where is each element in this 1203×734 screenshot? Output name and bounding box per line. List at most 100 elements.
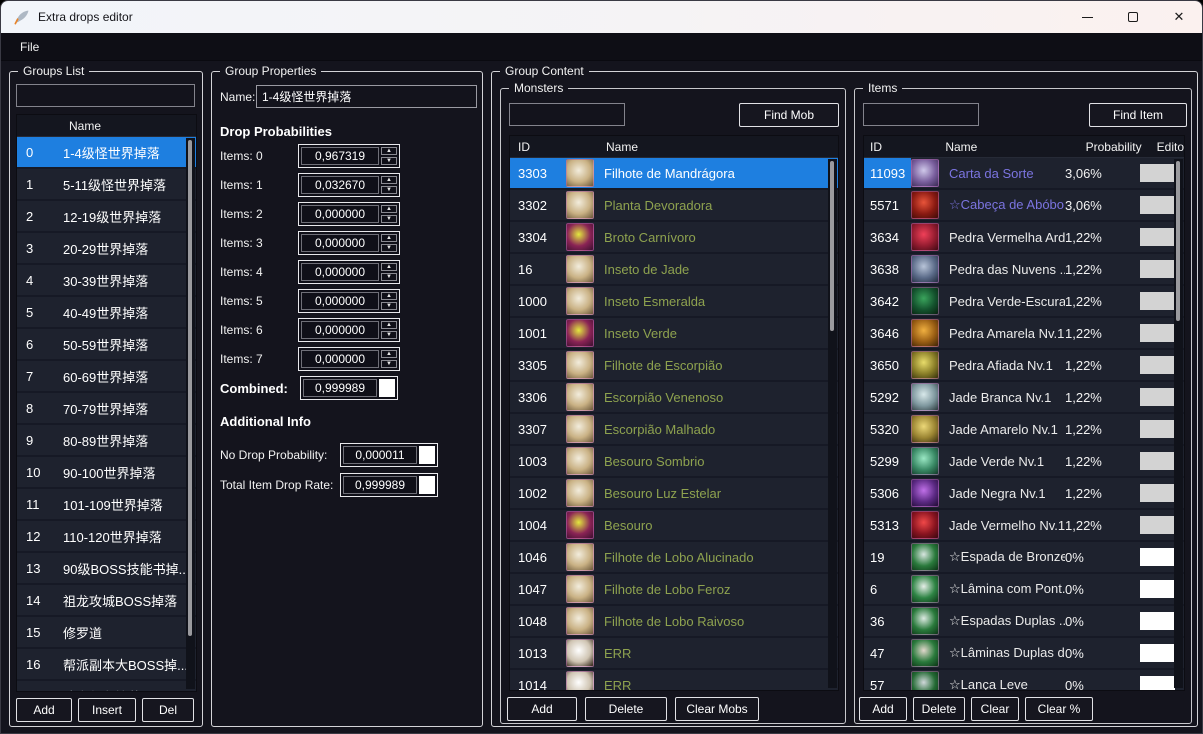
monster-row[interactable]: 1002Besouro Luz Estelar: [510, 478, 838, 510]
item-row[interactable]: 6☆Lâmina com Pont...0%: [864, 574, 1184, 606]
monsters-add-button[interactable]: Add: [507, 697, 577, 721]
spin-down-button[interactable]: ▼: [381, 360, 397, 368]
maximize-button[interactable]: [1110, 1, 1156, 33]
groups-search-input[interactable]: [16, 84, 195, 107]
item-editor-cell-button[interactable]: [1140, 228, 1175, 246]
drop-prob-spinbox[interactable]: 0,967319▲▼: [298, 144, 400, 168]
group-row[interactable]: 01-4级怪世界掉落: [17, 137, 196, 169]
group-row[interactable]: 320-29世界掉落: [17, 233, 196, 265]
item-row[interactable]: 3634Pedra Vermelha Ard...1,22%: [864, 222, 1184, 254]
group-row[interactable]: 430-39世界掉落: [17, 265, 196, 297]
spin-up-button[interactable]: ▲: [381, 234, 397, 242]
find-item-button[interactable]: Find Item: [1089, 103, 1187, 127]
monster-row[interactable]: 1046Filhote de Lobo Alucinado: [510, 542, 838, 574]
item-row[interactable]: 57☆Lança Leve0%: [864, 670, 1184, 690]
drop-prob-spinbox[interactable]: 0,000000▲▼: [298, 260, 400, 284]
groups-add-button[interactable]: Add: [16, 698, 72, 722]
item-row[interactable]: 3646Pedra Amarela Nv.11,22%: [864, 318, 1184, 350]
item-editor-cell-button[interactable]: [1140, 196, 1175, 214]
item-editor-cell-button[interactable]: [1140, 260, 1175, 278]
monster-row[interactable]: 1000Inseto Esmeralda: [510, 286, 838, 318]
items-delete-button[interactable]: Delete: [913, 697, 965, 721]
monster-row[interactable]: 1004Besouro: [510, 510, 838, 542]
item-editor-cell-button[interactable]: [1140, 292, 1175, 310]
spin-down-button[interactable]: ▼: [381, 331, 397, 339]
items-clear-button[interactable]: Clear: [971, 697, 1019, 721]
monster-row[interactable]: 3302Planta Devoradora: [510, 190, 838, 222]
spin-down-button[interactable]: ▼: [381, 273, 397, 281]
monster-row[interactable]: 3305Filhote de Escorpião: [510, 350, 838, 382]
drop-prob-spinbox[interactable]: 0,032670▲▼: [298, 173, 400, 197]
monsters-scrollbar[interactable]: [828, 159, 837, 688]
groups-insert-button[interactable]: Insert: [78, 698, 136, 722]
item-row[interactable]: 11093Carta da Sorte3,06%: [864, 158, 1184, 190]
spin-down-button[interactable]: ▼: [381, 157, 397, 165]
item-row[interactable]: 5571☆Cabeça de Abóbo...3,06%: [864, 190, 1184, 222]
monster-row[interactable]: 16Inseto de Jade: [510, 254, 838, 286]
item-row[interactable]: 3650Pedra Afiada Nv.11,22%: [864, 350, 1184, 382]
monster-row[interactable]: 3307Escorpião Malhado: [510, 414, 838, 446]
minimize-button[interactable]: [1064, 1, 1110, 33]
spin-up-button[interactable]: ▲: [381, 205, 397, 213]
item-editor-cell-button[interactable]: [1140, 420, 1175, 438]
drop-prob-spinbox[interactable]: 0,000000▲▼: [298, 347, 400, 371]
monster-row[interactable]: 1014ERR: [510, 670, 838, 690]
monster-row[interactable]: 3304Broto Carnívoro: [510, 222, 838, 254]
drop-prob-spinbox[interactable]: 0,000000▲▼: [298, 231, 400, 255]
item-row[interactable]: 5306Jade Negra Nv.11,22%: [864, 478, 1184, 510]
group-row[interactable]: 12110-120世界掉落: [17, 521, 196, 553]
group-row[interactable]: 760-69世界掉落: [17, 361, 196, 393]
drop-prob-spinbox[interactable]: 0,000000▲▼: [298, 202, 400, 226]
group-row[interactable]: 650-59世界掉落: [17, 329, 196, 361]
monsters-search-input[interactable]: [509, 103, 625, 126]
close-button[interactable]: ✕: [1156, 1, 1202, 33]
item-editor-cell-button[interactable]: [1140, 452, 1175, 470]
group-row[interactable]: 1090-100世界掉落: [17, 457, 196, 489]
group-row[interactable]: 540-49世界掉落: [17, 297, 196, 329]
item-row[interactable]: 5320Jade Amarelo Nv.11,22%: [864, 414, 1184, 446]
group-row[interactable]: 870-79世界掉落: [17, 393, 196, 425]
drop-prob-spinbox[interactable]: 0,000000▲▼: [298, 289, 400, 313]
spin-up-button[interactable]: ▲: [381, 263, 397, 271]
spin-down-button[interactable]: ▼: [381, 215, 397, 223]
item-editor-cell-button[interactable]: [1140, 388, 1175, 406]
groups-del-button[interactable]: Del: [142, 698, 194, 722]
menu-file[interactable]: File: [20, 40, 39, 54]
item-row[interactable]: 3642Pedra Verde-Escura ...1,22%: [864, 286, 1184, 318]
spin-up-button[interactable]: ▲: [381, 321, 397, 329]
group-row[interactable]: 14祖龙攻城BOSS掉落: [17, 585, 196, 617]
item-row[interactable]: 19☆Espada de Bronze0%: [864, 542, 1184, 574]
items-clear-pct-button[interactable]: Clear %: [1025, 697, 1093, 721]
item-editor-cell-button[interactable]: [1140, 484, 1175, 502]
item-row[interactable]: 3638Pedra das Nuvens ...1,22%: [864, 254, 1184, 286]
item-row[interactable]: 36☆Espadas Duplas ...0%: [864, 606, 1184, 638]
item-row[interactable]: 5299Jade Verde Nv.11,22%: [864, 446, 1184, 478]
group-row[interactable]: 15-11级怪世界掉落: [17, 169, 196, 201]
spin-down-button[interactable]: ▼: [381, 186, 397, 194]
group-row[interactable]: 980-89世界掉落: [17, 425, 196, 457]
group-row[interactable]: 1390级BOSS技能书掉...: [17, 553, 196, 585]
item-editor-cell-button[interactable]: [1140, 676, 1175, 690]
monster-row[interactable]: 1001Inseto Verde: [510, 318, 838, 350]
item-row[interactable]: 5292Jade Branca Nv.11,22%: [864, 382, 1184, 414]
spin-up-button[interactable]: ▲: [381, 176, 397, 184]
monsters-delete-button[interactable]: Delete: [585, 697, 667, 721]
item-editor-cell-button[interactable]: [1140, 356, 1175, 374]
item-editor-cell-button[interactable]: [1140, 324, 1175, 342]
monster-row[interactable]: 1003Besouro Sombrio: [510, 446, 838, 478]
find-mob-button[interactable]: Find Mob: [739, 103, 839, 127]
drop-prob-spinbox[interactable]: 0,000000▲▼: [298, 318, 400, 342]
spin-up-button[interactable]: ▲: [381, 147, 397, 155]
monster-row[interactable]: 1013ERR: [510, 638, 838, 670]
item-editor-cell-button[interactable]: [1140, 164, 1175, 182]
monster-row[interactable]: 1047Filhote de Lobo Feroz: [510, 574, 838, 606]
monster-row[interactable]: 1048Filhote de Lobo Raivoso: [510, 606, 838, 638]
item-editor-cell-button[interactable]: [1140, 612, 1175, 630]
group-name-input[interactable]: [256, 85, 477, 108]
monster-row[interactable]: 3303Filhote de Mandrágora: [510, 158, 838, 190]
group-row[interactable]: 11101-109世界掉落: [17, 489, 196, 521]
group-row[interactable]: 15修罗道: [17, 617, 196, 649]
groups-scrollbar[interactable]: [186, 138, 195, 689]
group-row[interactable]: 17法宝任务掉落: [17, 681, 196, 691]
spin-up-button[interactable]: ▲: [381, 292, 397, 300]
